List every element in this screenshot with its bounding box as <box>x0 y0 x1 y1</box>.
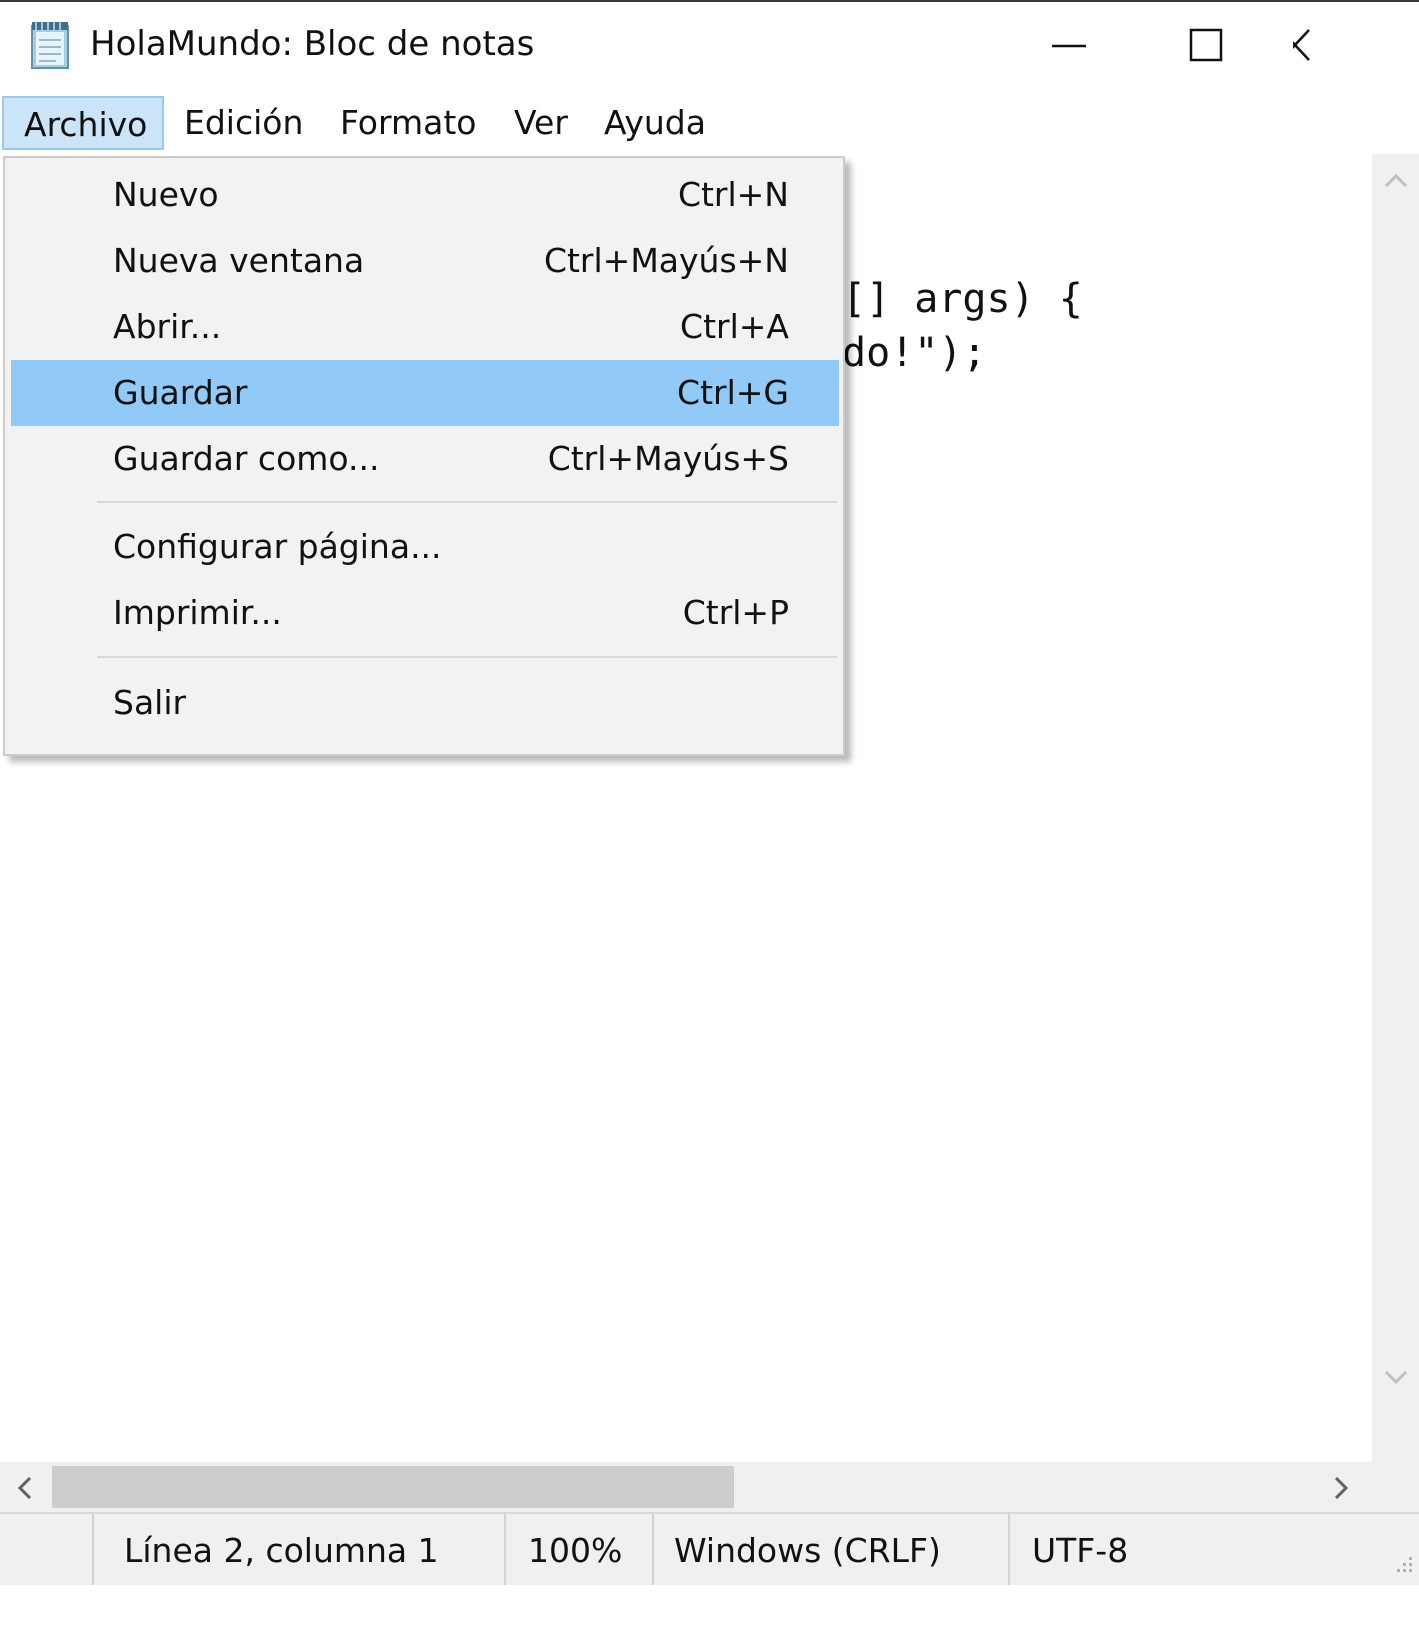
menu-formato[interactable]: Formato <box>320 96 496 150</box>
menu-item-shortcut: Ctrl+Mayús+N <box>543 241 789 280</box>
minimize-icon <box>1052 44 1086 48</box>
menu-item-nuevo[interactable]: Nuevo Ctrl+N <box>11 162 839 228</box>
code-line: do!"); <box>842 330 987 376</box>
menu-ayuda[interactable]: Ayuda <box>584 96 726 150</box>
close-icon <box>1293 29 1310 61</box>
menu-item-guardar-como[interactable]: Guardar como... Ctrl+Mayús+S <box>11 426 839 492</box>
status-cursor-position: Línea 2, columna 1 <box>92 1514 504 1585</box>
status-bar: Línea 2, columna 1 100% Windows (CRLF) U… <box>0 1512 1419 1585</box>
notepad-window: HolaMundo: Bloc de notas Archivo Edición… <box>0 0 1419 1585</box>
menu-edicion[interactable]: Edición <box>164 96 323 150</box>
menu-item-shortcut: Ctrl+A <box>680 307 789 346</box>
scroll-down-icon[interactable] <box>1382 1366 1410 1394</box>
horizontal-scrollbar[interactable] <box>0 1462 1372 1512</box>
maximize-button[interactable] <box>1153 12 1263 82</box>
menu-item-label: Configurar página... <box>113 527 442 566</box>
menu-item-shortcut: Ctrl+P <box>682 593 789 632</box>
menu-item-salir[interactable]: Salir <box>11 670 839 736</box>
menu-item-label: Abrir... <box>113 307 222 346</box>
scroll-up-icon[interactable] <box>1382 168 1410 196</box>
menu-item-imprimir[interactable]: Imprimir... Ctrl+P <box>11 580 839 646</box>
scroll-right-icon[interactable] <box>1330 1474 1354 1506</box>
resize-grip-icon[interactable] <box>1385 1549 1415 1583</box>
menu-ver[interactable]: Ver <box>494 96 588 150</box>
code-line: [] args) { <box>842 276 1083 322</box>
menu-item-abrir[interactable]: Abrir... Ctrl+A <box>11 294 839 360</box>
archivo-dropdown-menu: Nuevo Ctrl+N Nueva ventana Ctrl+Mayús+N … <box>3 156 845 756</box>
scroll-left-icon[interactable] <box>12 1474 36 1506</box>
menu-item-label: Salir <box>113 683 187 722</box>
menu-item-shortcut: Ctrl+N <box>677 175 789 214</box>
minimize-button[interactable] <box>1014 12 1124 82</box>
menu-item-label: Guardar como... <box>113 439 380 478</box>
window-title: HolaMundo: Bloc de notas <box>90 24 535 64</box>
horizontal-scroll-thumb[interactable] <box>52 1466 734 1508</box>
menu-separator <box>97 656 837 658</box>
status-line-ending: Windows (CRLF) <box>652 1514 1008 1585</box>
menu-separator <box>97 501 837 503</box>
notepad-icon <box>26 20 74 70</box>
vertical-scrollbar[interactable] <box>1372 154 1419 1462</box>
menu-archivo[interactable]: Archivo <box>2 96 164 150</box>
menu-item-label: Guardar <box>113 373 248 412</box>
menu-item-label: Nuevo <box>113 175 219 214</box>
scrollbar-corner <box>1372 1462 1419 1512</box>
menu-item-label: Nueva ventana <box>113 241 365 280</box>
menu-item-shortcut: Ctrl+G <box>677 373 789 412</box>
status-encoding: UTF-8 <box>1008 1514 1368 1585</box>
maximize-icon <box>1189 28 1223 62</box>
status-zoom: 100% <box>504 1514 652 1585</box>
close-button[interactable] <box>1293 12 1403 82</box>
title-bar[interactable]: HolaMundo: Bloc de notas <box>0 2 1419 92</box>
menu-item-guardar[interactable]: Guardar Ctrl+G <box>11 360 839 426</box>
menu-item-configurar-pagina[interactable]: Configurar página... <box>11 514 839 580</box>
menu-item-label: Imprimir... <box>113 593 282 632</box>
menu-item-shortcut: Ctrl+Mayús+S <box>547 439 789 478</box>
menu-item-nueva-ventana[interactable]: Nueva ventana Ctrl+Mayús+N <box>11 228 839 294</box>
menu-bar: Archivo Edición Formato Ver Ayuda <box>0 92 1419 154</box>
